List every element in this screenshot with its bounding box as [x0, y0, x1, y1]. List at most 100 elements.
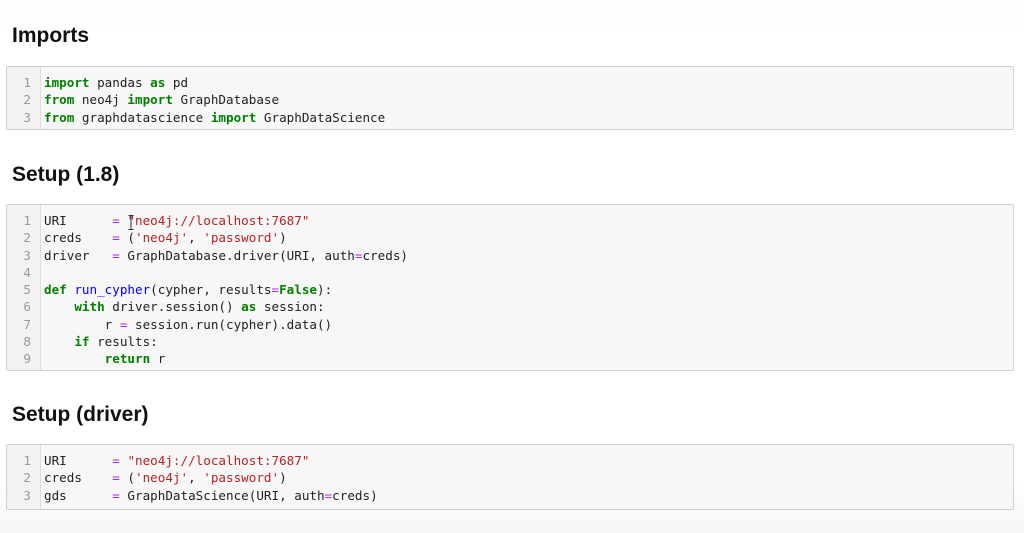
- code-text: driver = GraphDatabase.driver(URI, auth=…: [38, 247, 408, 264]
- code-area[interactable]: 1 URI = "neo4j://localhost:7687" 2 creds = …: [7, 452, 1013, 504]
- code-line: 9 return r: [7, 350, 1013, 367]
- code-line: 1 URI = "neo4j://localhost:7687": [7, 212, 1013, 229]
- code-token: pd: [165, 75, 189, 90]
- code-line: 3 driver = GraphDatabase.driver(URI, auth…: [7, 247, 1013, 264]
- code-token: creds: [44, 230, 113, 246]
- code-token: r: [44, 316, 120, 332]
- code-line: 3 gds = GraphDataScience(URI, auth=creds): [7, 487, 1013, 504]
- code-line: 1 URI = "neo4j://localhost:7687": [7, 452, 1013, 469]
- line-number: 2: [23, 230, 31, 246]
- code-token: gds: [44, 487, 113, 503]
- line-number: 3: [23, 247, 31, 263]
- code-token: session:: [256, 299, 325, 315]
- code-area[interactable]: 1 URI = "neo4j://localhost:7687" 2 creds = …: [7, 212, 1013, 368]
- code-text: import pandas as pd: [38, 74, 188, 91]
- code-token: as: [241, 299, 257, 315]
- line-number: 4: [23, 264, 31, 280]
- text-cursor-icon: [128, 215, 134, 230]
- code-token: =: [271, 282, 280, 298]
- line-number: 2: [23, 470, 31, 486]
- code-token: =: [112, 230, 120, 246]
- code-cell-imports[interactable]: 1 import pandas as pd 2 from neo4j import G…: [6, 66, 1014, 130]
- line-number: 3: [23, 487, 31, 503]
- code-token: ): [279, 470, 287, 486]
- code-line: 7 r = session.run(cypher).data(): [7, 316, 1013, 333]
- code-text: creds = ('neo4j', 'password'): [38, 229, 287, 246]
- line-number: 6: [23, 299, 31, 315]
- code-text: URI = "neo4j://localhost:7687": [38, 452, 309, 469]
- code-cell-setup-driver[interactable]: 1 URI = "neo4j://localhost:7687" 2 creds = …: [6, 444, 1014, 510]
- line-number: 3: [23, 109, 31, 125]
- code-token: =: [112, 453, 120, 468]
- code-token: from: [44, 109, 75, 125]
- code-token: creds: [44, 470, 113, 486]
- heading-imports: Imports: [12, 24, 90, 47]
- heading-setup-1-8: Setup (1.8): [12, 163, 120, 186]
- code-token: =: [112, 470, 120, 486]
- code-line: 5 def run_cypher(cypher, results=False):: [7, 281, 1013, 298]
- code-token: GraphDataScience: [256, 109, 386, 125]
- code-token: (: [119, 230, 136, 246]
- code-token: creds): [362, 247, 408, 263]
- line-number: 1: [23, 453, 31, 468]
- code-token: if: [74, 334, 90, 350]
- code-token: pandas: [89, 75, 151, 90]
- code-token: GraphDatabase: [172, 92, 280, 108]
- code-token: ,: [188, 230, 204, 246]
- code-text: creds = ('neo4j', 'password'): [38, 469, 287, 486]
- code-token: URI: [44, 453, 113, 468]
- line-number: 2: [23, 92, 31, 108]
- code-token: import: [127, 92, 173, 108]
- code-token: driver: [44, 247, 113, 263]
- code-token: 'password': [203, 470, 280, 486]
- line-number: 7: [23, 316, 31, 332]
- code-token: GraphDatabase.driver(URI, auth: [119, 247, 355, 263]
- code-token: import: [210, 109, 257, 125]
- line-number: 1: [23, 75, 31, 90]
- code-token: results:: [89, 334, 158, 350]
- code-token: 'neo4j': [135, 230, 189, 246]
- code-token: ,: [188, 470, 204, 486]
- code-token: neo4j: [74, 92, 128, 108]
- code-cell-setup-1-8[interactable]: 1 URI = "neo4j://localhost:7687" 2 creds = …: [6, 204, 1014, 371]
- code-line: 6 with driver.session() as session:: [7, 298, 1013, 315]
- code-token: URI: [44, 213, 113, 228]
- code-text: gds = GraphDataScience(URI, auth=creds): [38, 487, 378, 504]
- code-line: 8 if results:: [7, 333, 1013, 350]
- line-number: 5: [23, 282, 31, 298]
- code-token: def: [44, 282, 67, 298]
- heading-setup-driver: Setup (driver): [12, 403, 149, 426]
- code-line: 2 from neo4j import GraphDatabase: [7, 91, 1013, 108]
- code-line: 2 creds = ('neo4j', 'password'): [7, 469, 1013, 486]
- code-text: from graphdatascience import GraphDataSc…: [38, 109, 385, 126]
- code-token: =: [112, 487, 120, 503]
- code-token: GraphDataScience(URI, auth: [119, 487, 325, 503]
- code-token: ):: [317, 282, 333, 298]
- line-number: 8: [23, 334, 31, 350]
- code-token: =: [112, 213, 120, 228]
- code-token: from: [44, 92, 75, 108]
- code-text: def run_cypher(cypher, results=False):: [38, 281, 332, 298]
- code-token: with: [74, 299, 105, 315]
- code-token: return: [104, 351, 151, 367]
- code-token: session.run(cypher).data(): [127, 316, 333, 332]
- code-text: if results:: [38, 333, 158, 350]
- code-token: "neo4j://localhost:7687": [127, 213, 310, 228]
- code-token: driver.session(): [104, 299, 242, 315]
- code-line: 2 creds = ('neo4j', 'password'): [7, 229, 1013, 246]
- code-text: return r: [38, 350, 166, 367]
- line-number: 9: [23, 351, 31, 367]
- code-token: =: [112, 247, 120, 263]
- line-number: 1: [23, 213, 31, 228]
- code-token: graphdatascience: [74, 109, 211, 125]
- code-text: with driver.session() as session:: [38, 298, 325, 315]
- code-line: 1 import pandas as pd: [7, 74, 1013, 91]
- code-token: creds): [332, 487, 378, 503]
- code-area[interactable]: 1 import pandas as pd 2 from neo4j import G…: [7, 74, 1013, 126]
- code-text: from neo4j import GraphDatabase: [38, 91, 279, 108]
- code-text: URI = "neo4j://localhost:7687": [38, 212, 309, 229]
- code-token: (: [119, 470, 136, 486]
